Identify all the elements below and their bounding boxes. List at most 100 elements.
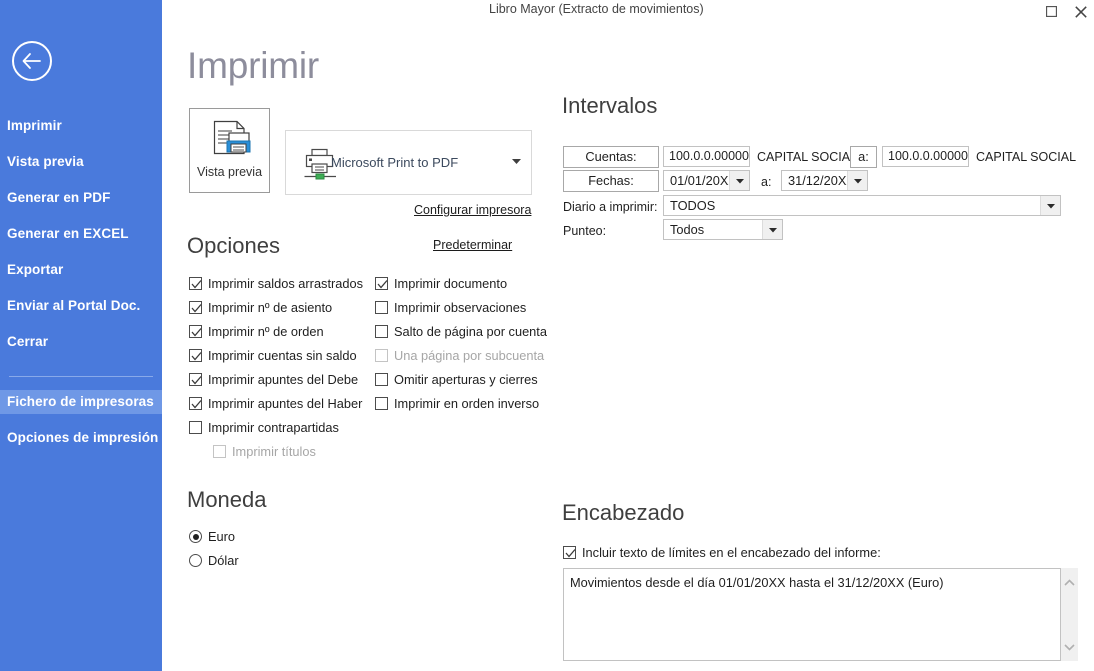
radio-label: Euro [208,529,236,544]
check-icon [191,376,202,385]
radio-dot [192,533,199,540]
checkbox-label: Imprimir apuntes del Debe [208,372,359,387]
encabezado-textarea[interactable]: Movimientos desde el día 01/01/20XX hast… [563,568,1061,661]
checkbox-box [189,325,202,338]
checkbox-label: Imprimir en orden inverso [394,396,540,411]
fecha-hasta-value: 31/12/20XX [788,173,855,188]
diario-a-imprimir-combo[interactable]: TODOS [663,195,1061,216]
sidebar-divider [9,376,153,377]
cuenta-desde-descripcion: CAPITAL SOCIAL [757,150,858,164]
chevron-down-icon [1047,203,1055,208]
checkbox-box [189,421,202,434]
fecha-desde-combo[interactable]: 01/01/20XX [663,170,750,191]
checkbox-label: Imprimir documento [394,276,508,291]
encabezado-text: Movimientos desde el día 01/01/20XX hast… [570,575,944,590]
sidebar-item-opciones-de-impresion[interactable]: Opciones de impresión [0,426,162,450]
checkbox-label: Una página por subcuenta [394,348,545,363]
heading-opciones: Opciones [187,233,280,258]
printer-name: Microsoft Print to PDF [331,155,459,170]
heading-encabezado: Encabezado [562,500,685,525]
sidebar-item-label: Vista previa [7,154,84,169]
fecha-desde-dropdown-button[interactable] [729,171,749,190]
checkbox-box [375,373,388,386]
checkbox-label: Imprimir contrapartidas [208,420,339,435]
sidebar-item-label: Exportar [7,262,64,277]
cuentas-a-button[interactable]: a: [850,146,877,168]
radio-circle [189,530,202,543]
cuenta-desde-input[interactable]: 100.0.0.00000 [663,146,750,167]
checkbox-box [213,445,226,458]
checkbox-box [189,349,202,362]
checkbox-box [375,349,388,362]
sidebar-item-generar-excel[interactable]: Generar en EXCEL [0,222,162,246]
checkbox-box [189,301,202,314]
configurar-impresora-link[interactable]: Configurar impresora [414,203,531,217]
sidebar-item-cerrar[interactable]: Cerrar [0,330,162,354]
cuentas-button[interactable]: Cuentas: [563,146,659,168]
page-title: Imprimir [187,45,319,86]
checkbox-box [189,277,202,290]
check-icon [191,304,202,313]
encabezado-scrollbar[interactable] [1061,568,1078,661]
check-icon [191,400,202,409]
vista-previa-label: Vista previa [196,165,263,179]
checkbox-label: Salto de página por cuenta [394,324,547,339]
sidebar-item-imprimir[interactable]: Imprimir [0,114,162,138]
check-icon [191,352,202,361]
checkbox-label: Imprimir cuentas sin saldo [208,348,357,363]
fecha-hasta-dropdown-button[interactable] [847,171,867,190]
print-preview-icon [213,120,251,155]
scroll-up-icon[interactable] [1064,573,1075,591]
cuenta-hasta-input[interactable]: 100.0.0.00000 [882,146,969,167]
punteo-label: Punteo: [563,224,607,238]
sidebar-item-fichero-de-impresoras[interactable]: Fichero de impresoras [0,390,162,414]
checkbox-box [189,397,202,410]
sidebar-item-label: Cerrar [7,334,49,349]
fechas-button[interactable]: Fechas: [563,170,659,192]
back-arrow-button[interactable] [12,41,52,81]
checkbox-label: Imprimir apuntes del Haber [208,396,363,411]
fecha-desde-value: 01/01/20XX [670,173,737,188]
check-icon [191,280,202,289]
back-arrow-icon [22,53,41,69]
sidebar-item-enviar-portal-doc[interactable]: Enviar al Portal Doc. [0,294,162,318]
radio-circle [189,554,202,567]
printer-select[interactable]: Microsoft Print to PDF [285,130,532,195]
checkbox-label: Imprimir saldos arrastrados [208,276,364,291]
checkbox-box [375,325,388,338]
chevron-down-icon [854,178,862,183]
sidebar-item-label: Opciones de impresión [7,430,159,445]
restore-icon [1045,6,1057,17]
chevron-down-icon [512,159,521,164]
sidebar-item-label: Enviar al Portal Doc. [7,298,141,313]
close-window-button[interactable] [1066,0,1094,26]
checkbox-box [375,277,388,290]
close-icon [1075,6,1087,18]
sidebar-item-label: Imprimir [7,118,62,133]
print-dialog-window: Imprimir Vista previa Generar en PDF Gen… [0,0,1094,671]
diario-dropdown-button[interactable] [1040,196,1060,215]
checkbox-box [375,397,388,410]
checkbox-label: Incluir texto de límites en el encabezad… [582,545,881,560]
fecha-hasta-combo[interactable]: 31/12/20XX [781,170,868,191]
diario-a-imprimir-label: Diario a imprimir: [563,200,658,214]
sidebar-item-vista-previa[interactable]: Vista previa [0,150,162,174]
vista-previa-button[interactable]: Vista previa [189,108,270,193]
diario-a-imprimir-value: TODOS [670,198,716,213]
checkbox-label: Imprimir nº de asiento [208,300,333,315]
punteo-combo[interactable]: Todos [663,219,783,240]
checkbox-label: Imprimir títulos [232,444,316,459]
predeterminar-link[interactable]: Predeterminar [433,238,512,252]
check-icon [377,280,388,289]
scroll-down-icon[interactable] [1064,638,1075,656]
chevron-down-icon [769,227,777,232]
sidebar-item-exportar[interactable]: Exportar [0,258,162,282]
cuenta-hasta-descripcion: CAPITAL SOCIAL [976,150,1077,164]
sidebar-item-generar-pdf[interactable]: Generar en PDF [0,186,162,210]
radio-label: Dólar [208,553,239,568]
punteo-dropdown-button[interactable] [762,220,782,239]
checkbox-label: Omitir aperturas y cierres [394,372,538,387]
window-title: Libro Mayor (Extracto de movimientos) [489,2,704,16]
chevron-down-icon [736,178,744,183]
restore-window-button[interactable] [1036,0,1066,26]
